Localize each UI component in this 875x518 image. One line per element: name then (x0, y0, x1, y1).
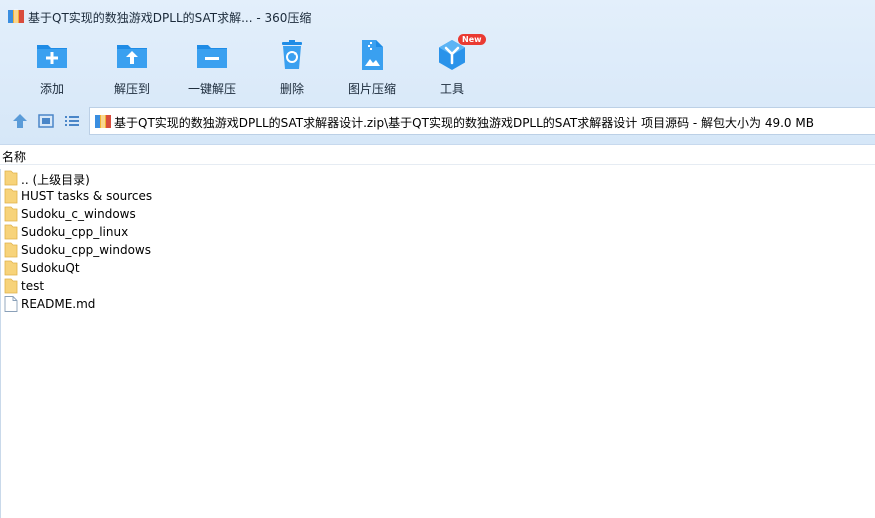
image-compress-icon (362, 40, 383, 70)
item-name: HUST tasks & sources (21, 189, 153, 203)
tools-label: 工具 (439, 82, 464, 96)
image-compress-label: 图片压缩 (347, 82, 396, 96)
extract-to-icon (117, 45, 147, 68)
folder-icon (4, 224, 18, 240)
add-icon (37, 45, 67, 68)
list-item[interactable]: Sudoku_cpp_windows (0, 241, 875, 259)
tools-button[interactable]: New 工具 (412, 34, 492, 98)
list-item[interactable]: README.md (0, 295, 875, 313)
address-path: 基于QT实现的数独游戏DPLL的SAT求解器设计.zip\基于QT实现的数独游戏… (114, 116, 814, 130)
column-name-header[interactable]: 名称 (2, 148, 26, 165)
address-bar[interactable]: 基于QT实现的数独游戏DPLL的SAT求解器设计.zip\基于QT实现的数独游戏… (89, 107, 875, 135)
list-item[interactable]: Sudoku_cpp_linux (0, 223, 875, 241)
list-item[interactable]: HUST tasks & sources (0, 187, 875, 205)
item-name: test (21, 279, 45, 293)
column-header: 名称 (0, 145, 875, 165)
extract-to-label: 解压到 (113, 82, 150, 96)
list-item[interactable]: test (0, 277, 875, 295)
title-bar: 基于QT实现的数独游戏DPLL的SAT求解... - 360压缩 (0, 0, 875, 34)
delete-label: 删除 (279, 82, 304, 96)
item-name: Sudoku_cpp_windows (21, 243, 151, 257)
navigation-bar: 基于QT实现的数独游戏DPLL的SAT求解器设计.zip\基于QT实现的数独游戏… (0, 103, 875, 139)
item-name: Sudoku_cpp_linux (21, 225, 129, 239)
toolbar: 添加 解压到 一键解压 删除 图片压缩 New 工具 (0, 34, 875, 98)
item-name: README.md (21, 297, 96, 311)
one-click-extract-label: 一键解压 (187, 82, 236, 96)
add-label: 添加 (39, 82, 64, 96)
header-panel: 基于QT实现的数独游戏DPLL的SAT求解... - 360压缩 添加 解压到 (0, 0, 875, 145)
one-click-extract-icon (197, 45, 227, 68)
archive-icon (95, 114, 111, 128)
file-list: .. (上级目录) HUST tasks & sources Sudoku_c_… (0, 169, 875, 313)
item-name: Sudoku_c_windows (21, 207, 136, 221)
add-button[interactable]: 添加 (12, 38, 92, 98)
window-title: 基于QT实现的数独游戏DPLL的SAT求解... - 360压缩 (28, 11, 312, 25)
folder-icon (4, 188, 18, 204)
folder-icon (4, 278, 18, 294)
list-item[interactable]: .. (上级目录) (0, 169, 875, 187)
up-arrow-icon[interactable] (11, 112, 29, 130)
folder-icon (4, 242, 18, 258)
new-badge: New (458, 34, 486, 45)
file-icon (4, 296, 18, 312)
app-icon (8, 9, 24, 23)
item-name: SudokuQt (21, 261, 80, 275)
folder-icon (4, 170, 18, 186)
folder-icon (4, 206, 18, 222)
recycle-delete-icon (282, 40, 302, 69)
image-compress-button[interactable]: 图片压缩 (332, 38, 412, 98)
thumbnail-view-icon[interactable] (37, 112, 55, 130)
folder-icon (4, 260, 18, 276)
list-view-icon[interactable] (63, 112, 81, 130)
list-item[interactable]: Sudoku_c_windows (0, 205, 875, 223)
list-item[interactable]: SudokuQt (0, 259, 875, 277)
item-name: .. (上级目录) (21, 173, 90, 187)
one-click-extract-button[interactable]: 一键解压 (172, 38, 252, 98)
extract-to-button[interactable]: 解压到 (92, 38, 172, 98)
delete-button[interactable]: 删除 (252, 38, 332, 98)
